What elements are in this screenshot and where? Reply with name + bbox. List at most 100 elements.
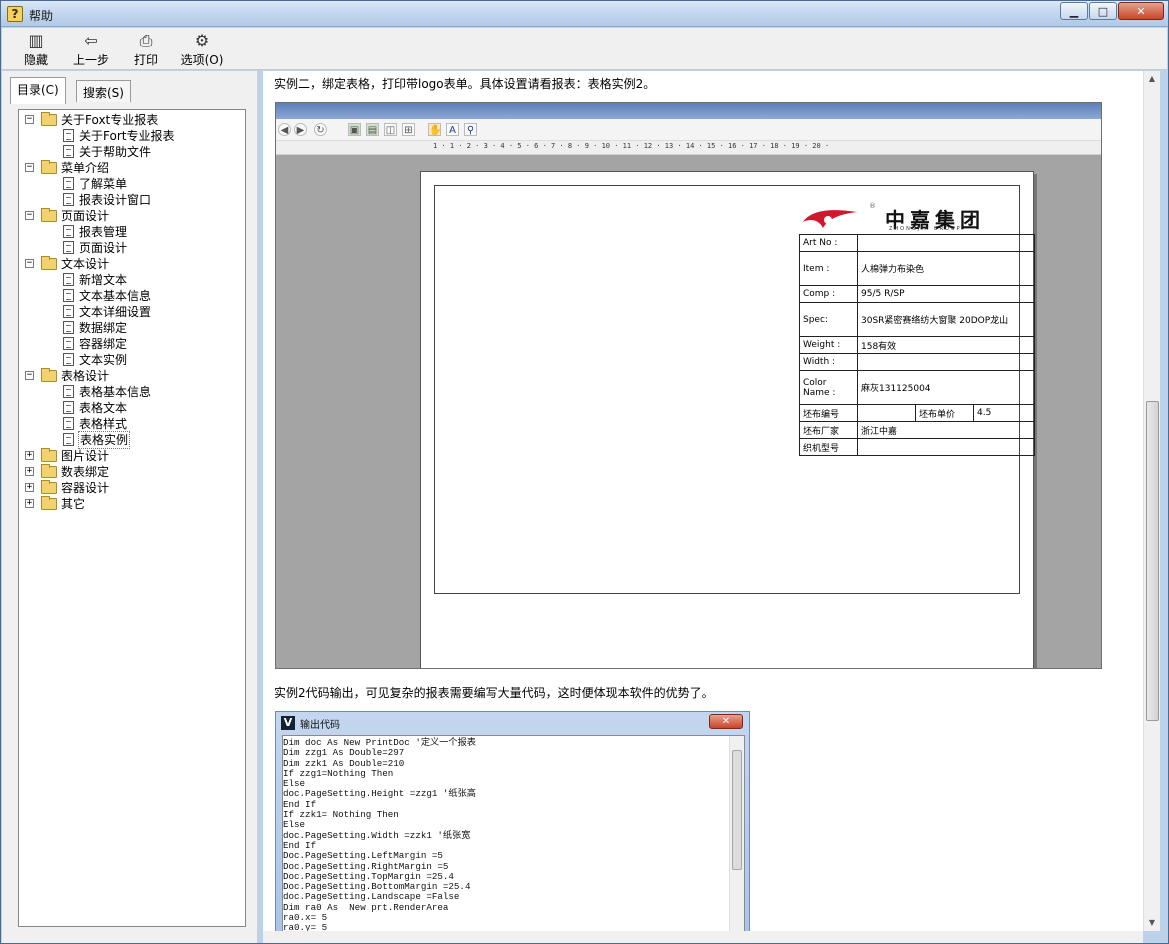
tree-node-label: 文本设计 (61, 257, 110, 271)
title-bar[interactable]: ? 帮助 ▁ □ ✕ (1, 1, 1168, 27)
item-value-cell (856, 234, 1036, 252)
item-row: Width : (799, 353, 1036, 371)
code-line: ra0.x= 5 (283, 912, 328, 924)
tree-topic-label: 表格文本 (79, 401, 128, 415)
page-frame: ® 中嘉集团 ZHONGJIA GROUP Art No : Item : 人棉弹力… (434, 185, 1036, 594)
topic-page-icon (63, 353, 74, 366)
tree-topic-label: 新增文本 (79, 273, 128, 287)
topic-page-icon (63, 225, 74, 238)
tree-topic-label: 报表管理 (79, 225, 128, 239)
single-page-icon: ▣ (348, 123, 361, 136)
logo-mark-icon (803, 210, 857, 228)
code-window-titlebar: V 输出代码 ✕ (276, 712, 749, 734)
tab-search[interactable]: 搜索(S) (76, 80, 131, 102)
topic-page-icon (63, 433, 74, 446)
tab-contents[interactable]: 目录(C) (10, 77, 66, 104)
tree-topic-label: 表格实例 (77, 431, 131, 449)
tree-topic-label: 容器绑定 (79, 337, 128, 351)
tree-topic-label: 报表设计窗口 (79, 193, 152, 207)
maximize-button[interactable]: □ (1089, 2, 1117, 20)
code-scroll-thumb[interactable] (732, 750, 742, 870)
expand-icon[interactable]: + (25, 483, 34, 492)
tree-topic-label: 关于帮助文件 (79, 145, 152, 159)
collapse-icon[interactable]: − (25, 115, 34, 124)
tree-topic-label: 了解菜单 (79, 177, 128, 191)
report-preview-image: ◀ ▶ ↻ ▣ ▤ ◫ ⊞ ✋ A ⚲ 1 · 1 · 2 · 3 · 4 · … (275, 102, 1102, 669)
two-page-icon: ◫ (384, 123, 397, 136)
hide-button[interactable]: ▥ 隐藏 (18, 32, 54, 68)
folder-icon (41, 448, 57, 462)
printer-icon: ⎙ (139, 31, 153, 50)
topic-page-icon (63, 241, 74, 254)
topic-page-icon (63, 145, 74, 158)
folder-icon (41, 464, 57, 478)
tree-node-label: 菜单介绍 (61, 161, 110, 175)
content-scroll-thumb[interactable] (1146, 401, 1159, 721)
ruler: 1 · 1 · 2 · 3 · 4 · 5 · 6 · 7 · 8 · 9 · … (276, 141, 1101, 155)
help-app-icon: ? (7, 6, 23, 22)
collapse-icon[interactable]: − (25, 259, 34, 268)
item-row: Color Name : 麻灰131125004 (799, 370, 1036, 405)
navigation-pane: 目录(C) 搜索(S) − 关于Foxt专业报表关于Fort专业报表 关于帮助文件 −… (2, 71, 258, 943)
tree-topic-label: 页面设计 (79, 241, 128, 255)
tree-topic-label: 关于Fort专业报表 (79, 129, 175, 143)
arrow-left-icon: ⇦ (84, 31, 98, 50)
item-value-cell: 浙江中嘉 (856, 421, 1036, 439)
topic-page-icon (63, 193, 74, 206)
print-button[interactable]: ⎙ 打印 (128, 32, 164, 68)
content-vertical-scrollbar[interactable]: ▲ ▼ (1143, 71, 1160, 931)
item-label-cell: 坯布厂家 (799, 421, 858, 439)
options-icon: ⚙ (194, 31, 210, 50)
scroll-down-icon[interactable]: ▼ (1146, 917, 1158, 929)
multi-page-icon: ⊞ (402, 123, 415, 136)
item-value-cell: 麻灰131125004 (856, 370, 1036, 405)
collapse-icon[interactable]: − (25, 163, 34, 172)
tree-topic-label: 表格基本信息 (79, 385, 152, 399)
intro-text: 实例二，绑定表格，打印带logo表单。具体设置请看报表：表格实例2。 (274, 77, 656, 91)
collapse-icon[interactable]: − (25, 211, 34, 220)
tree-topic-label: 文本详细设置 (79, 305, 152, 319)
expand-icon[interactable]: + (25, 451, 34, 460)
content-pane: 实例二，绑定表格，打印带logo表单。具体设置请看报表：表格实例2。 ◀ ▶ ↻… (263, 71, 1143, 943)
expand-icon[interactable]: + (25, 467, 34, 476)
forward-icon: ▶ (294, 123, 307, 136)
code-scrollbar[interactable] (729, 736, 744, 943)
code-window-close-button[interactable]: ✕ (709, 714, 743, 729)
hide-label: 隐藏 (23, 53, 48, 67)
code-line: doc.PageSetting.Width =zzk1 '纸张宽 (283, 829, 471, 841)
tree-node-label: 容器设计 (61, 481, 110, 495)
content-horizontal-scrollbar[interactable] (263, 931, 1143, 943)
back-button[interactable]: ⇦ 上一步 (68, 32, 114, 68)
item-split-cell: 4.5 (972, 404, 1036, 422)
options-button[interactable]: ⚙ 选项(O) (178, 32, 226, 68)
folder-icon (41, 112, 57, 126)
tree-node-label: 关于Foxt专业报表 (61, 113, 159, 127)
item-label-cell: Comp : (799, 285, 858, 303)
code-window-title: 输出代码 (300, 720, 340, 731)
topic-page-icon (63, 289, 74, 302)
scroll-up-icon[interactable]: ▲ (1146, 73, 1158, 85)
logo-registered-mark: ® (869, 202, 876, 210)
item-label-cell: Spec: (799, 302, 858, 337)
tree-node-label: 页面设计 (61, 209, 110, 223)
app-v-icon: V (281, 716, 295, 730)
close-button[interactable]: ✕ (1118, 2, 1164, 20)
back-label: 上一步 (72, 53, 109, 67)
tree-topic-label: 数据绑定 (79, 321, 128, 335)
company-logo: ® 中嘉集团 ZHONGJIA GROUP (799, 202, 1033, 234)
topic-page-icon (63, 417, 74, 430)
code-line: Dim ra0 As New prt.RenderArea (283, 901, 449, 913)
code-textbox[interactable]: Dim doc As New PrintDoc '定义一个报表 Dim zzg1 … (282, 735, 745, 943)
ruler-numbers: 1 · 1 · 2 · 3 · 4 · 5 · 6 · 7 · 8 · 9 · … (433, 142, 830, 150)
tree-topic-label: 文本基本信息 (79, 289, 152, 303)
item-label-cell: Width : (799, 353, 858, 371)
tree-topic-label: 表格样式 (79, 417, 128, 431)
item-label-cell: Art No : (799, 234, 858, 252)
tree-node-label: 其它 (61, 497, 86, 511)
expand-icon[interactable]: + (25, 499, 34, 508)
code-output-window: V 输出代码 ✕ Dim doc As New PrintDoc '定义一个报表… (275, 711, 750, 943)
item-row: 坯布编号 坯布单价 4.5 (799, 404, 1036, 422)
item-row: 织机型号 (799, 438, 1036, 456)
collapse-icon[interactable]: − (25, 371, 34, 380)
minimize-button[interactable]: ▁ (1060, 2, 1088, 20)
